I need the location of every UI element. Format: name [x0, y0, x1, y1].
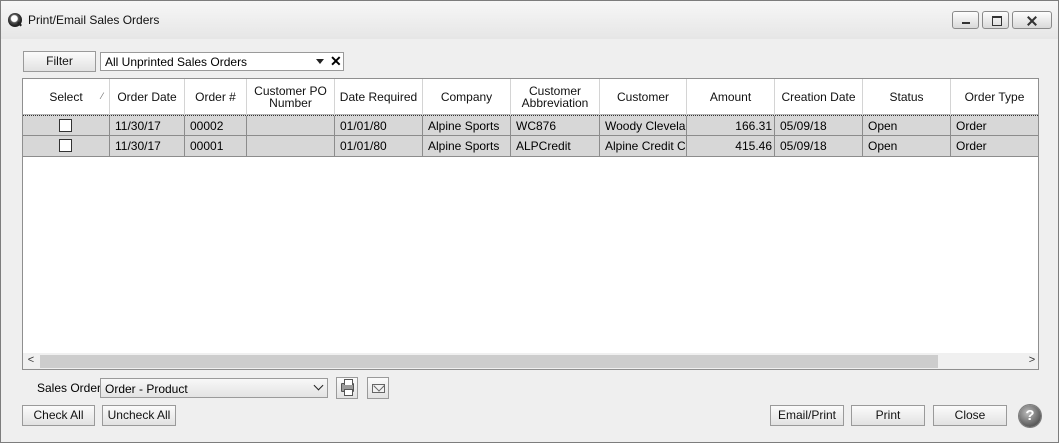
sales-orders-grid: Select ⁄ Order Date Order # Customer PO … — [22, 78, 1039, 370]
table-row[interactable]: 11/30/17 00002 01/01/80 Alpine Sports WC… — [23, 115, 1038, 136]
table-row[interactable]: 11/30/17 00001 01/01/80 Alpine Sports AL… — [23, 136, 1038, 157]
sort-indicator-icon: ⁄ — [101, 91, 103, 101]
order-number-cell: 00002 — [185, 116, 247, 136]
column-header-amount[interactable]: Amount — [687, 79, 775, 115]
abbreviation-cell: ALPCredit — [511, 136, 600, 156]
column-header-date-required[interactable]: Date Required — [335, 79, 423, 115]
column-header-customer[interactable]: Customer — [600, 79, 687, 115]
customer-cell: Alpine Credit C — [600, 136, 687, 156]
title-bar: Print/Email Sales Orders — [1, 1, 1058, 39]
select-cell — [23, 116, 110, 136]
filter-dropdown[interactable]: All Unprinted Sales Orders — [100, 52, 344, 71]
grid-header: Select ⁄ Order Date Order # Customer PO … — [23, 79, 1038, 115]
column-header-select[interactable]: Select ⁄ — [23, 79, 110, 115]
check-all-button[interactable]: Check All — [22, 405, 95, 426]
select-cell — [23, 136, 110, 156]
close-button[interactable]: Close — [933, 405, 1007, 426]
column-header-company[interactable]: Company — [423, 79, 511, 115]
company-cell: Alpine Sports — [423, 116, 511, 136]
filter-dropdown-value: All Unprinted Sales Orders — [105, 55, 248, 69]
envelope-icon — [372, 384, 385, 393]
amount-cell: 415.46 — [687, 136, 775, 156]
column-header-order-date[interactable]: Order Date — [110, 79, 185, 115]
chevron-down-icon[interactable] — [313, 380, 324, 391]
abbreviation-cell: WC876 — [511, 116, 600, 136]
date-required-cell: 01/01/80 — [335, 116, 423, 136]
help-icon[interactable]: ? — [1019, 405, 1041, 427]
printer-icon — [341, 379, 354, 396]
column-header-status[interactable]: Status — [863, 79, 951, 115]
creation-date-cell: 05/09/18 — [775, 136, 863, 156]
order-type-cell: Order — [951, 116, 1038, 136]
customer-cell: Woody Clevela — [600, 116, 687, 136]
customer-po-cell — [247, 116, 335, 136]
order-type-cell: Order — [951, 136, 1038, 156]
clear-icon[interactable]: ✕ — [330, 52, 342, 70]
print-preview-button[interactable] — [336, 377, 358, 399]
company-cell: Alpine Sports — [423, 136, 511, 156]
minimize-button[interactable] — [952, 11, 979, 29]
email-print-button[interactable]: Email/Print — [770, 405, 844, 426]
order-date-cell: 11/30/17 — [110, 136, 185, 156]
column-header-creation-date[interactable]: Creation Date — [775, 79, 863, 115]
sales-order-dropdown-value: Order - Product — [105, 382, 188, 396]
order-date-cell: 11/30/17 — [110, 116, 185, 136]
column-header-order-number[interactable]: Order # — [185, 79, 247, 115]
sales-order-dropdown[interactable]: Order - Product — [100, 378, 328, 398]
dropdown-arrow-icon[interactable] — [316, 59, 324, 64]
status-cell: Open — [863, 116, 951, 136]
creation-date-cell: 05/09/18 — [775, 116, 863, 136]
column-header-customer-po[interactable]: Customer PO Number — [247, 79, 335, 115]
scrollbar-thumb[interactable] — [40, 355, 938, 368]
print-button[interactable]: Print — [851, 405, 925, 426]
print-email-sales-orders-window: Print/Email Sales Orders Filter All Unpr… — [0, 0, 1059, 443]
customer-po-cell — [247, 136, 335, 156]
app-logo-icon — [8, 13, 22, 27]
column-header-customer-abbreviation[interactable]: Customer Abbreviation — [511, 79, 600, 115]
window-title: Print/Email Sales Orders — [28, 13, 160, 27]
date-required-cell: 01/01/80 — [335, 136, 423, 156]
amount-cell: 166.31 — [687, 116, 775, 136]
order-number-cell: 00001 — [185, 136, 247, 156]
scroll-left-icon[interactable]: < — [23, 354, 39, 366]
filter-button[interactable]: Filter — [23, 51, 96, 72]
horizontal-scrollbar[interactable]: < > — [23, 353, 1038, 369]
uncheck-all-button[interactable]: Uncheck All — [102, 405, 176, 426]
column-header-order-type[interactable]: Order Type — [951, 79, 1038, 115]
scroll-right-icon[interactable]: > — [1024, 354, 1038, 366]
row-select-checkbox[interactable] — [59, 139, 72, 152]
status-cell: Open — [863, 136, 951, 156]
sales-order-label: Sales Order — [37, 381, 102, 395]
close-window-button[interactable] — [1012, 11, 1052, 29]
row-select-checkbox[interactable] — [59, 119, 72, 132]
window-controls — [952, 11, 1052, 29]
email-button[interactable] — [367, 377, 389, 399]
maximize-button[interactable] — [982, 11, 1009, 29]
